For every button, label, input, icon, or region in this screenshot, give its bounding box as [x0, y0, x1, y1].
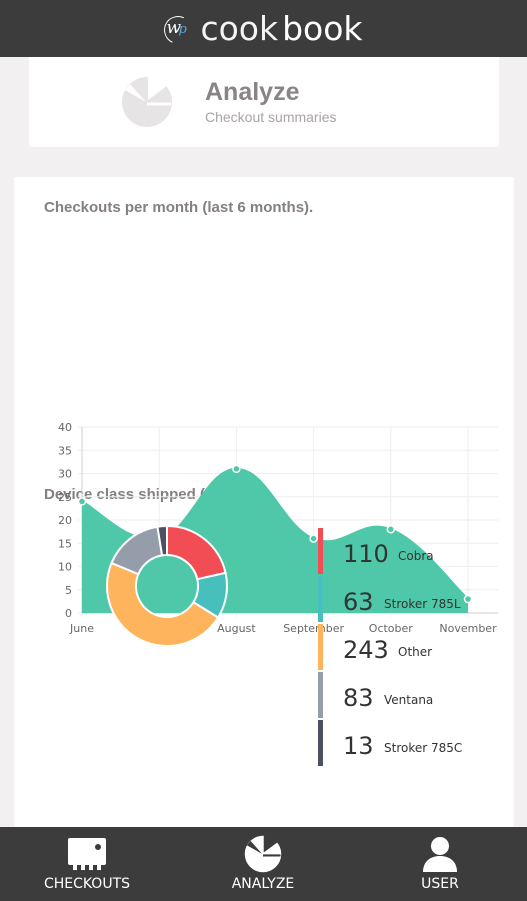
legend-item: 243 Other: [318, 624, 508, 670]
brand-title-thin: cook: [200, 9, 279, 48]
y-tick-label: 0: [65, 607, 72, 620]
nav-user-label: USER: [421, 876, 459, 892]
data-point[interactable]: [309, 534, 318, 543]
legend-value: 243: [343, 636, 389, 664]
legend-color-bar: [318, 576, 323, 622]
legend-value: 13: [343, 732, 374, 760]
legend-label: Other: [398, 645, 433, 659]
legend-color-bar: [318, 672, 323, 718]
y-tick-label: 20: [58, 514, 72, 527]
user-icon: [419, 835, 461, 873]
data-point[interactable]: [232, 464, 241, 474]
page-subtitle: Checkout summaries: [205, 109, 337, 125]
data-point[interactable]: [77, 497, 87, 506]
donut-slice[interactable]: [110, 525, 164, 576]
legend-color-bar: [318, 624, 323, 670]
donut-slice[interactable]: [166, 525, 227, 581]
brand-title-bold: book: [282, 9, 363, 48]
line-chart-title: Checkouts per month (last 6 months).: [44, 199, 314, 216]
nav-analyze[interactable]: ANALYZE: [222, 827, 304, 901]
analytics-card: Checkouts per month (last 6 months). Dev…: [14, 177, 514, 837]
x-tick-label: June: [69, 622, 94, 635]
page-title: Analyze: [205, 78, 300, 106]
legend-label: Cobra: [398, 549, 434, 563]
legend-item: 110 Cobra: [318, 528, 508, 574]
legend-label: Ventana: [384, 693, 434, 707]
legend-label: Stroker 785L: [384, 597, 461, 611]
pie-chart-icon: [122, 77, 172, 127]
nav-analyze-label: ANALYZE: [231, 876, 295, 892]
legend-label: Stroker 785C: [384, 741, 463, 755]
device-donut-chart: [106, 525, 228, 647]
logo-letter-p: p: [178, 21, 187, 37]
legend-item: 13 Stroker 785C: [318, 720, 508, 766]
device-icon: [66, 835, 108, 873]
logo-icon: w p: [160, 11, 197, 48]
y-tick-label: 15: [58, 537, 72, 550]
legend-item: 63 Stroker 785L: [318, 576, 508, 622]
y-tick-label: 25: [58, 491, 72, 504]
nav-checkouts-label: CHECKOUTS: [43, 876, 131, 892]
y-tick-label: 30: [58, 468, 72, 481]
y-tick-label: 10: [58, 561, 72, 574]
legend-color-bar: [318, 528, 323, 574]
legend-value: 63: [343, 588, 374, 616]
legend-value: 83: [343, 684, 374, 712]
y-tick-label: 35: [58, 444, 72, 457]
top-bar: w p cook book: [0, 0, 527, 57]
brand-title: cook book: [200, 9, 362, 48]
page-header-card: Analyze Checkout summaries: [29, 57, 499, 147]
pie-chart-icon: [242, 835, 284, 873]
legend-color-bar: [318, 720, 323, 766]
nav-user[interactable]: USER: [410, 827, 470, 901]
nav-checkouts[interactable]: CHECKOUTS: [40, 827, 134, 901]
legend-value: 110: [343, 540, 389, 568]
legend-item: 83 Ventana: [318, 672, 508, 718]
y-tick-label: 40: [58, 421, 72, 434]
bottom-nav: CHECKOUTS ANALYZE USER: [0, 827, 527, 901]
y-tick-label: 5: [65, 584, 72, 597]
donut-legend: 110 Cobra 63 Stroker 785L 243 Other 83 Ventana 1…: [318, 528, 508, 768]
